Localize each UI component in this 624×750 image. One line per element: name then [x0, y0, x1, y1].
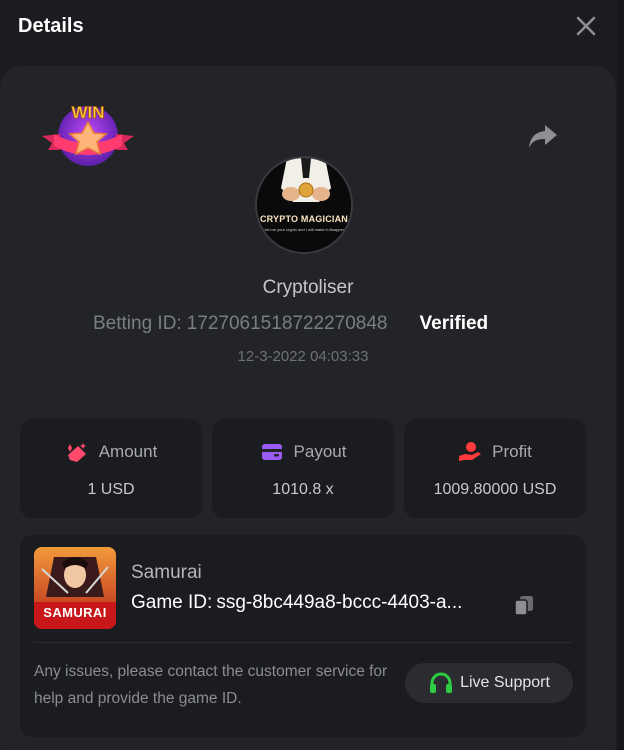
- username: Cryptoliser: [262, 277, 354, 298]
- avatar-subtitle: send me your crypto and I will make it d…: [260, 227, 348, 232]
- copy-icon[interactable]: [512, 593, 536, 617]
- game-card: SAMURAI Samurai Game ID: ssg-8bc449a8-bc…: [20, 535, 586, 737]
- game-id-label: Game ID:: [131, 592, 213, 613]
- stat-payout-value: 1010.8 x: [272, 481, 334, 498]
- stat-amount: Amount 1 USD: [20, 419, 202, 518]
- betting-id-row: Betting ID: 1727061518722270848 Verified: [93, 312, 488, 336]
- stat-profit: Profit 1009.80000 USD: [404, 419, 586, 518]
- stat-profit-value: 1009.80000 USD: [433, 481, 557, 498]
- magician-image: [257, 158, 351, 252]
- headset-icon: [430, 672, 453, 693]
- live-support-label: Live Support: [460, 674, 550, 691]
- amount-icon: [67, 443, 86, 462]
- stat-amount-header: Amount: [20, 441, 202, 463]
- stat-amount-value: 1 USD: [87, 481, 135, 498]
- close-icon[interactable]: [574, 14, 598, 38]
- game-id-value[interactable]: ssg-8bc449a8-bccc-4403-a...: [216, 592, 462, 614]
- avatar: CRYPTO MAGICIAN send me your crypto and …: [255, 156, 353, 254]
- game-id-row: Game ID: ssg-8bc449a8-bccc-4403-a...: [131, 592, 462, 614]
- profit-hand-icon: [459, 442, 482, 461]
- stat-profit-header: Profit: [404, 441, 586, 463]
- stat-payout-header: Payout: [212, 441, 394, 463]
- page-title: Details: [18, 14, 84, 37]
- game-name: Samurai: [131, 562, 202, 583]
- stat-payout-label: Payout: [293, 442, 347, 461]
- stat-amount-label: Amount: [98, 442, 158, 461]
- card-icon: [261, 444, 282, 460]
- avatar-title: CRYPTO MAGICIAN: [259, 214, 348, 224]
- betting-id-label: Betting ID:: [93, 313, 182, 334]
- win-badge-icon: WIN: [42, 103, 134, 166]
- svg-text:WIN: WIN: [71, 103, 104, 122]
- live-support-button[interactable]: Live Support: [405, 663, 573, 703]
- support-message: Any issues, please contact the customer …: [34, 663, 388, 707]
- betting-id-value[interactable]: 1727061518722270848: [187, 313, 388, 335]
- stat-profit-label: Profit: [492, 442, 532, 461]
- thumbnail-label: SAMURAI: [43, 605, 107, 620]
- verified-badge: Verified: [419, 313, 489, 334]
- game-thumbnail[interactable]: SAMURAI: [34, 547, 116, 629]
- share-icon[interactable]: [527, 121, 559, 151]
- divider: [34, 642, 572, 643]
- stat-payout: Payout 1010.8 x: [212, 419, 394, 518]
- header: Details: [0, 0, 624, 52]
- bet-datetime: 12-3-2022 04:03:33: [237, 348, 369, 365]
- window-edge: [618, 0, 624, 750]
